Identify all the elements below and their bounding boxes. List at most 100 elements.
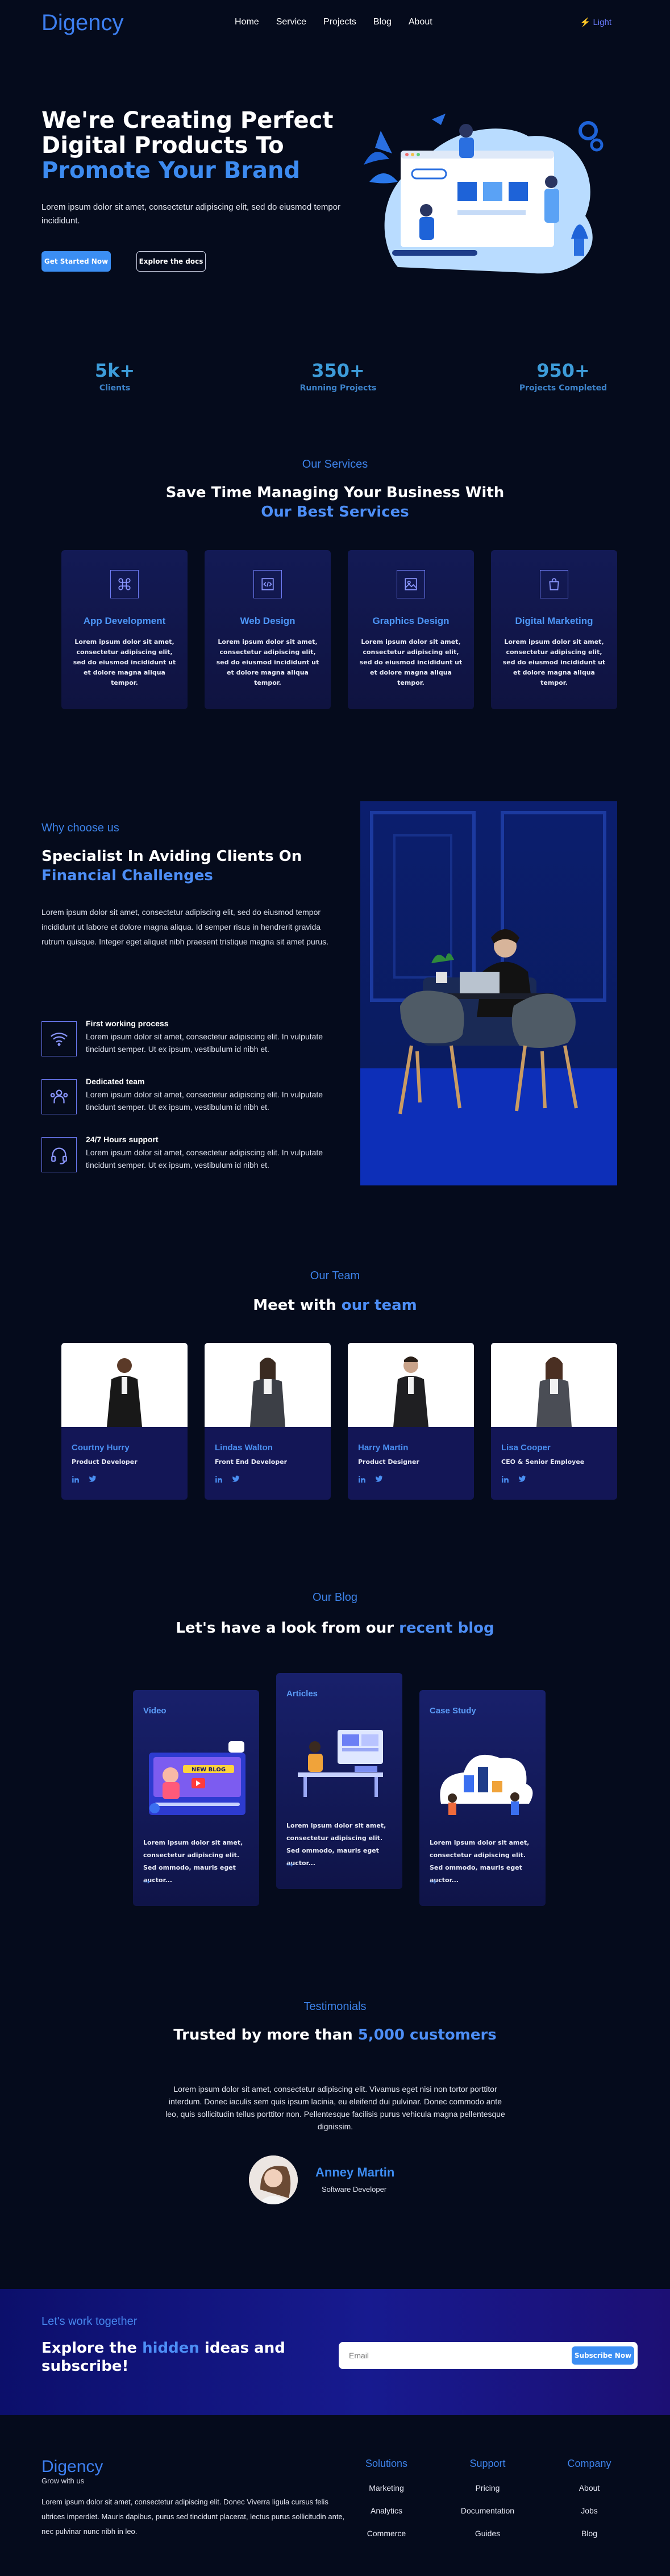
- team-card[interactable]: Courtny Hurry Product Developer: [61, 1343, 188, 1500]
- bag-icon: [540, 570, 568, 598]
- feature-24-7-support: 24/7 Hours support Lorem ipsum dolor sit…: [41, 1135, 360, 1177]
- footer-logo[interactable]: Digency: [41, 2457, 103, 2477]
- nav-link-service[interactable]: Service: [276, 17, 306, 27]
- team-card[interactable]: Lisa Cooper CEO & Senior Employee: [491, 1343, 617, 1500]
- linkedin-icon[interactable]: [358, 1475, 366, 1485]
- service-card-web-design[interactable]: Web Design Lorem ipsum dolor sit amet, c…: [205, 550, 331, 709]
- blog-kicker: Our Blog: [313, 1591, 357, 1604]
- subscribe-button[interactable]: Subscribe Now: [572, 2346, 634, 2365]
- nav-link-about[interactable]: About: [409, 17, 432, 27]
- theme-toggle[interactable]: ⚡ Light: [580, 17, 611, 27]
- service-card-app-development[interactable]: App Development Lorem ipsum dolor sit am…: [61, 550, 188, 709]
- linkedin-icon[interactable]: [215, 1475, 223, 1485]
- cta-title-a: Explore the: [41, 2340, 137, 2357]
- service-title: Web Design: [240, 615, 296, 626]
- footer-link[interactable]: Guides: [448, 2529, 527, 2538]
- service-card-graphics-design[interactable]: Graphics Design Lorem ipsum dolor sit am…: [348, 550, 474, 709]
- command-icon: [110, 570, 139, 598]
- service-desc: Lorem ipsum dolor sit amet, consectetur …: [359, 638, 463, 686]
- hero-title-line1: We're Creating Perfect: [41, 107, 334, 134]
- footer-link[interactable]: Blog: [550, 2529, 629, 2538]
- footer-heading: Support: [469, 2458, 506, 2469]
- stat-projects-completed: 950+ Projects Completed: [478, 360, 648, 393]
- member-role: Product Developer: [72, 1458, 138, 1466]
- twitter-icon[interactable]: [89, 1475, 97, 1485]
- twitter-icon[interactable]: [518, 1475, 526, 1485]
- email-field[interactable]: [349, 2349, 554, 2362]
- nav-link-blog[interactable]: Blog: [373, 17, 392, 27]
- blog-title-b: recent blog: [399, 1620, 494, 1637]
- stat-label: Clients: [99, 384, 131, 393]
- blog-image-video: NEW BLOG: [149, 1741, 245, 1815]
- feature-desc: Lorem ipsum dolor sit amet, consectetur …: [86, 1090, 323, 1112]
- linkedin-icon[interactable]: [501, 1475, 509, 1485]
- arrow-right-icon[interactable]: →: [430, 1878, 436, 1887]
- hero-title: We're Creating Perfect Digital Products …: [41, 108, 360, 183]
- blog-tag: Case Study: [430, 1706, 476, 1716]
- blog-card-video[interactable]: Video NEW BLOG Lorem ipsum dolor sit ame…: [133, 1690, 259, 1906]
- services-title: Save Time Managing Your Business With Ou…: [0, 483, 670, 522]
- stat-value: 950+: [536, 360, 590, 381]
- nav-link-projects[interactable]: Projects: [323, 17, 356, 27]
- cta-title-b: hidden: [142, 2340, 199, 2357]
- service-title: Digital Marketing: [515, 615, 593, 626]
- member-name: Lindas Walton: [215, 1443, 273, 1453]
- testimonial-quote: Lorem ipsum dolor sit amet, consectetur …: [165, 2084, 505, 2131]
- get-started-button[interactable]: Get Started Now: [41, 251, 111, 272]
- footer-heading: Company: [567, 2458, 611, 2469]
- arrow-right-icon[interactable]: →: [143, 1878, 150, 1887]
- footer-column-support: Support Pricing Documentation Guides: [448, 2458, 527, 2538]
- brand-logo[interactable]: Digency: [41, 10, 124, 36]
- testimonials-title: Trusted by more than 5,000 customers: [0, 2025, 670, 2045]
- footer-link[interactable]: Pricing: [448, 2483, 527, 2492]
- footer-link[interactable]: Analytics: [347, 2506, 426, 2515]
- why-title-a: Specialist In Aviding Clients On: [41, 848, 302, 865]
- team-card[interactable]: Harry Martin Product Designer: [348, 1343, 474, 1500]
- feature-desc: Lorem ipsum dolor sit amet, consectetur …: [86, 1032, 323, 1054]
- member-name: Harry Martin: [358, 1443, 409, 1453]
- testimonials-kicker: Testimonials: [303, 2000, 367, 2013]
- blog-image-caption: NEW BLOG: [192, 1767, 226, 1773]
- member-role: Front End Developer: [215, 1458, 288, 1466]
- team-icon: [41, 1079, 77, 1114]
- feature-title: Dedicated team: [86, 1077, 145, 1086]
- footer-link[interactable]: Marketing: [347, 2483, 426, 2492]
- feature-title: 24/7 Hours support: [86, 1135, 159, 1144]
- stat-label: Running Projects: [299, 384, 377, 393]
- stat-value: 5k+: [94, 360, 135, 381]
- blog-image-case-study: [440, 1754, 533, 1815]
- footer-link[interactable]: Documentation: [448, 2506, 527, 2515]
- explore-docs-button[interactable]: Explore the docs: [136, 251, 206, 272]
- feature-first-working-process: First working process Lorem ipsum dolor …: [41, 1019, 360, 1061]
- service-desc: Lorem ipsum dolor sit amet, consectetur …: [502, 638, 606, 686]
- footer-link[interactable]: Jobs: [550, 2506, 629, 2515]
- member-photo: [348, 1343, 474, 1427]
- why-title: Specialist In Aviding Clients On Financi…: [41, 847, 360, 885]
- headset-icon: [41, 1137, 77, 1172]
- member-name: Lisa Cooper: [501, 1443, 551, 1453]
- footer-link[interactable]: About: [550, 2483, 629, 2492]
- service-card-digital-marketing[interactable]: Digital Marketing Lorem ipsum dolor sit …: [491, 550, 617, 709]
- image-icon: [397, 570, 425, 598]
- why-kicker: Why choose us: [41, 822, 119, 834]
- blog-card-case-study[interactable]: Case Study Lorem ipsum dolor sit amet, c…: [419, 1690, 546, 1906]
- subscribe-form: Subscribe Now: [339, 2342, 638, 2369]
- services-kicker: Our Services: [302, 458, 368, 471]
- avatar: [249, 2155, 298, 2204]
- why-title-b: Financial Challenges: [41, 867, 213, 884]
- team-card[interactable]: Lindas Walton Front End Developer: [205, 1343, 331, 1500]
- team-kicker: Our Team: [310, 1270, 360, 1282]
- footer-column-solutions: Solutions Marketing Analytics Commerce: [347, 2458, 426, 2538]
- feature-dedicated-team: Dedicated team Lorem ipsum dolor sit ame…: [41, 1077, 360, 1119]
- member-role: CEO & Senior Employee: [501, 1458, 585, 1466]
- member-role: Product Designer: [358, 1458, 419, 1466]
- arrow-right-icon[interactable]: →: [286, 1861, 293, 1870]
- blog-card-articles[interactable]: Articles Lorem ipsum dolor sit amet, con…: [276, 1673, 402, 1889]
- services-title-b: Our Best Services: [261, 503, 409, 521]
- footer-link[interactable]: Commerce: [347, 2529, 426, 2538]
- twitter-icon[interactable]: [232, 1475, 240, 1485]
- twitter-icon[interactable]: [375, 1475, 383, 1485]
- nav-link-home[interactable]: Home: [235, 17, 259, 27]
- linkedin-icon[interactable]: [72, 1475, 80, 1485]
- stat-label: Projects Completed: [519, 384, 607, 393]
